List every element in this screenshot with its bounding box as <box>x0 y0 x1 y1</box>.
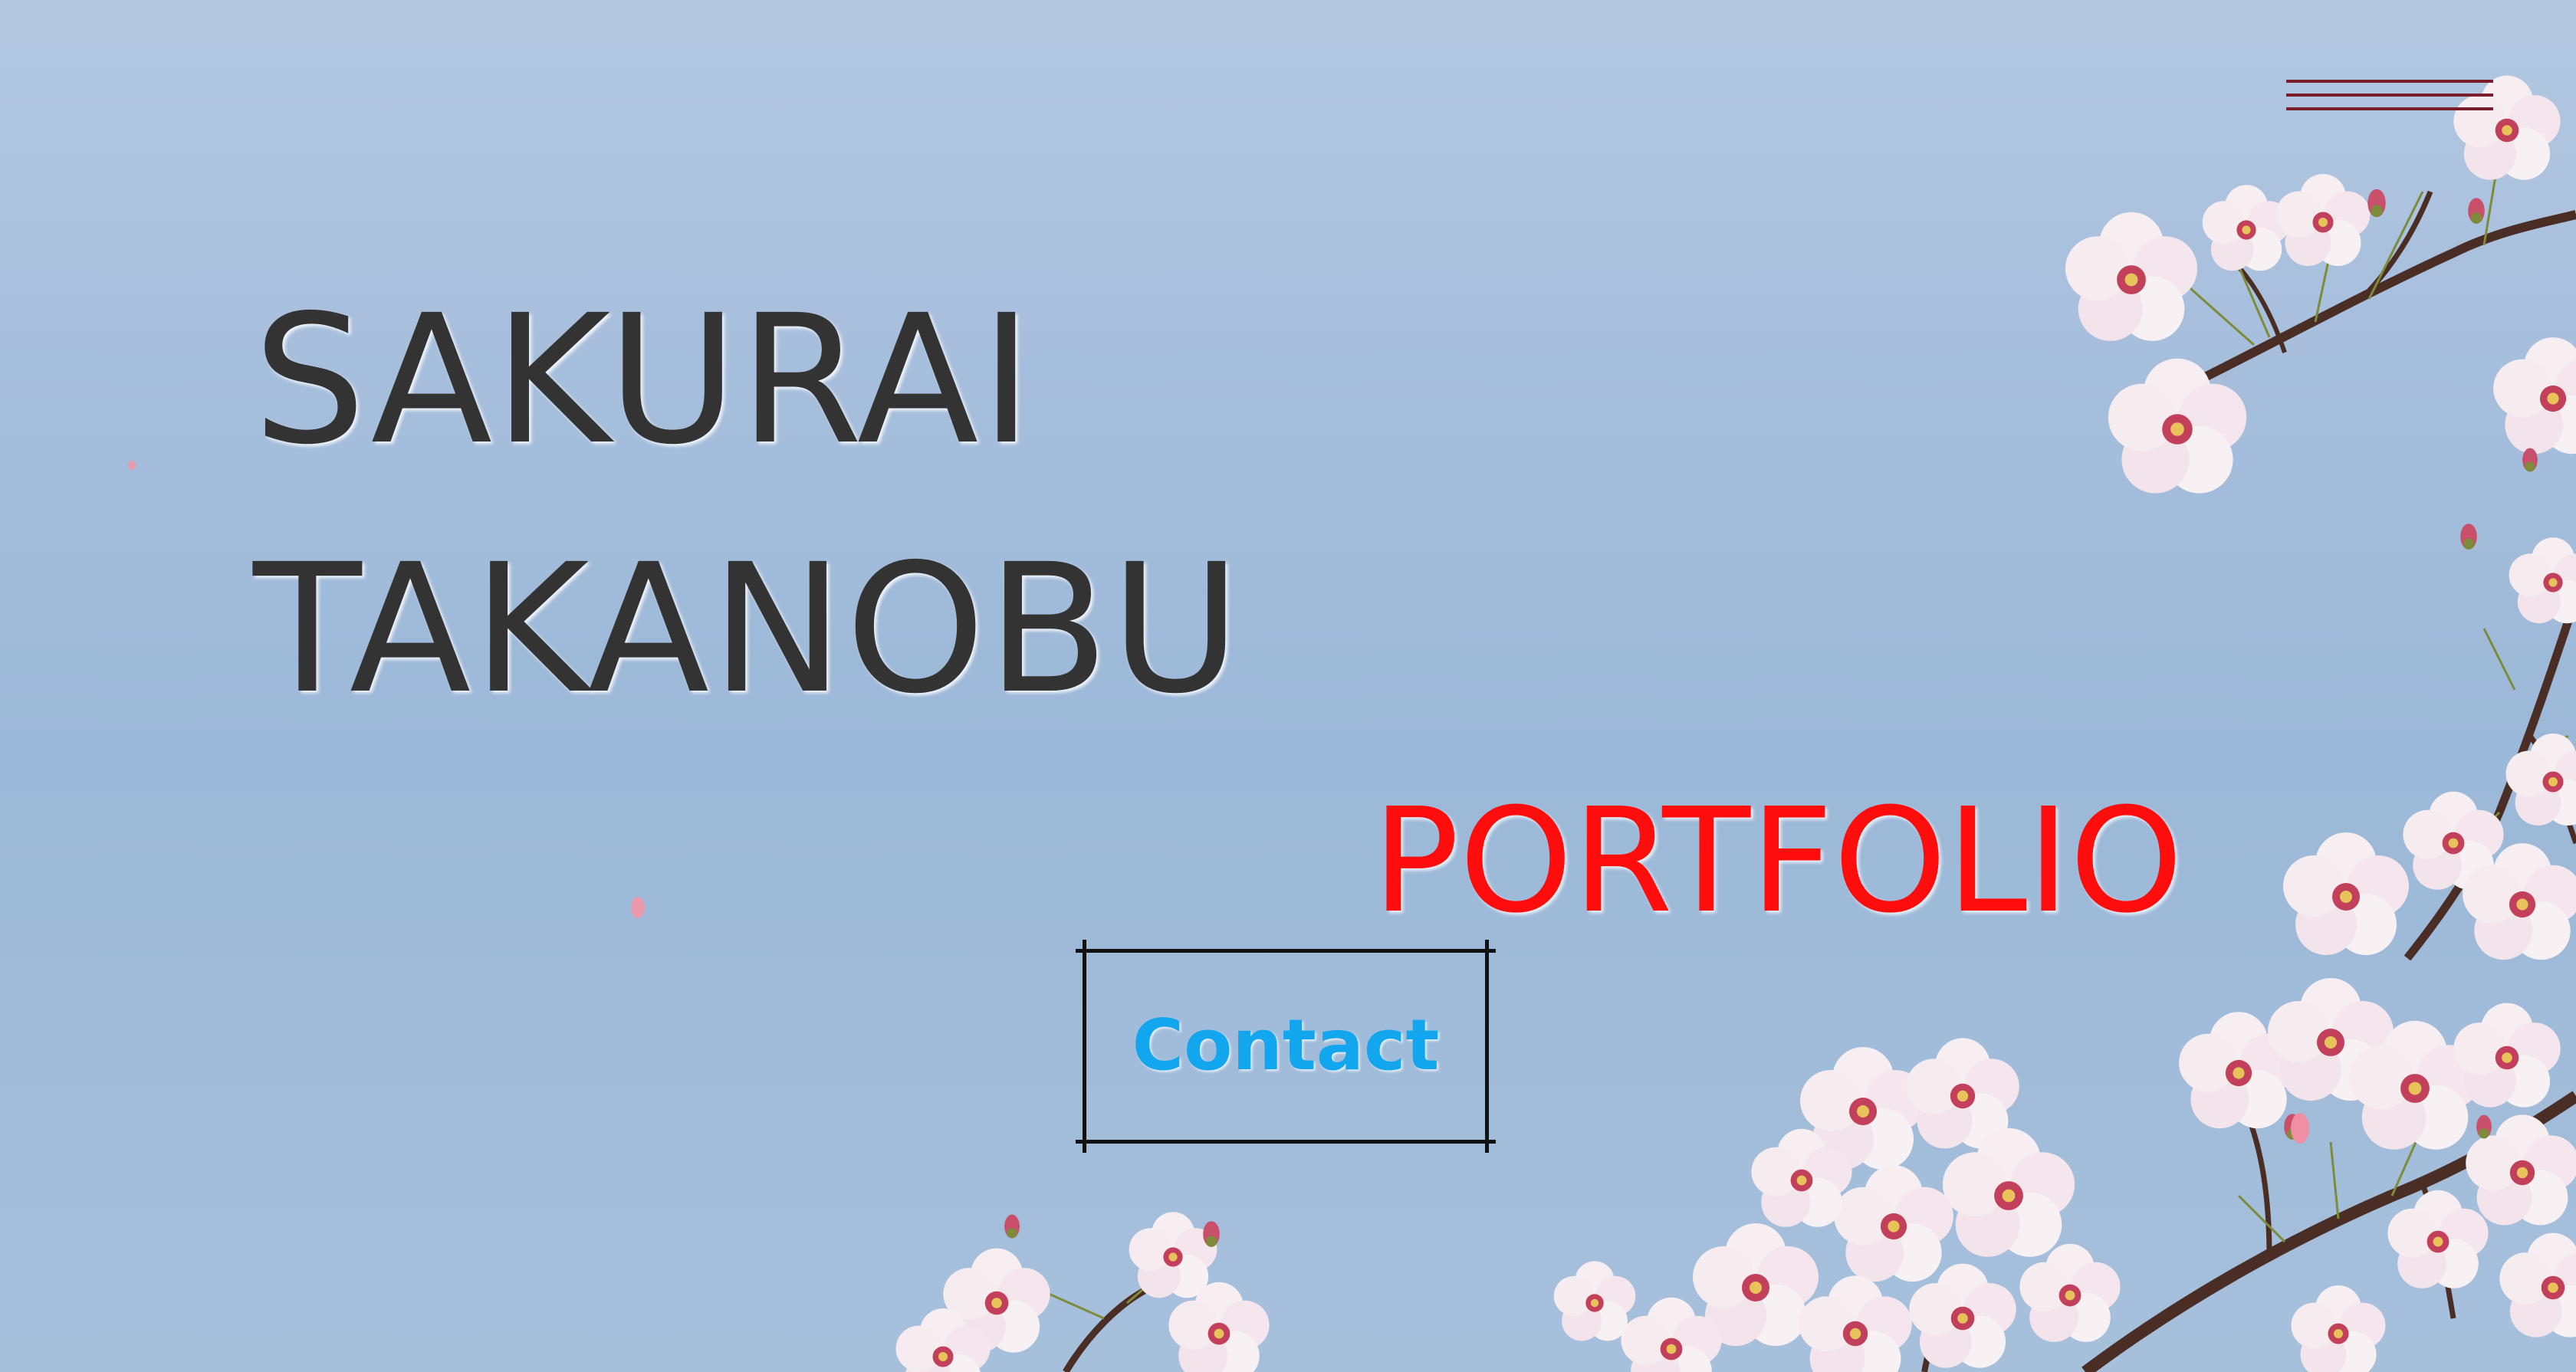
hero-section: SAKURAI TAKANOBU PORTFOLIO Contact <box>0 0 2576 1372</box>
contact-button-label: Contact <box>1132 1004 1440 1086</box>
menu-bar <box>2286 107 2493 110</box>
contact-corner-tick <box>1485 940 1489 958</box>
name-first-line: SAKURAI <box>253 277 1034 484</box>
contact-corner-tick <box>1083 1134 1086 1153</box>
contact-button[interactable]: Contact <box>1076 940 1496 1153</box>
portfolio-subtitle: PORTFOLIO <box>1372 777 2183 945</box>
name-second-line: TAKANOBU <box>253 526 1243 733</box>
contact-border-top <box>1076 949 1496 953</box>
hamburger-menu-icon[interactable] <box>2286 77 2493 117</box>
contact-border-bottom <box>1076 1140 1496 1144</box>
contact-corner-tick <box>1485 1134 1489 1153</box>
contact-corner-tick <box>1083 940 1086 958</box>
menu-bar <box>2286 94 2493 97</box>
menu-bar <box>2286 80 2493 83</box>
